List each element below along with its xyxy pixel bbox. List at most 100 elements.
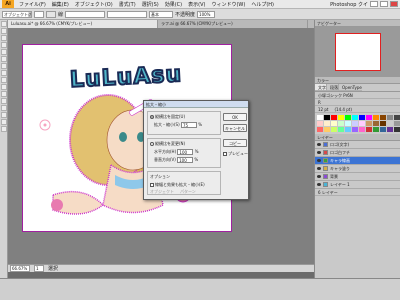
color-swatch[interactable] — [352, 121, 358, 126]
layer-row[interactable]: ロゴ(文字) — [315, 141, 400, 149]
eye-icon[interactable] — [317, 167, 321, 170]
color-swatch[interactable] — [338, 127, 344, 132]
brush-tool-icon[interactable] — [1, 70, 7, 76]
magic-wand-tool-icon[interactable] — [1, 35, 7, 41]
tab-opentype[interactable]: OpenType — [339, 84, 362, 91]
cancel-button[interactable]: キャンセル — [223, 124, 247, 132]
workspace-label[interactable]: Photoshop クイ — [330, 1, 368, 8]
scale-strokes-checkbox[interactable] — [150, 183, 154, 187]
tab-paragraph[interactable]: 段落 — [327, 84, 339, 91]
color-swatch[interactable] — [352, 127, 358, 132]
style-select[interactable]: 基本 — [149, 10, 174, 18]
color-swatch[interactable] — [387, 115, 393, 120]
color-swatch[interactable] — [359, 127, 365, 132]
preview-checkbox[interactable] — [223, 152, 227, 156]
opacity-field[interactable]: 100% — [197, 10, 216, 18]
color-swatch[interactable] — [394, 127, 400, 132]
navigator-preview[interactable] — [315, 27, 400, 77]
layer-row[interactable]: 背景 — [315, 173, 400, 181]
layer-row[interactable]: キャラ線画 — [315, 157, 400, 165]
type-tool-icon[interactable] — [1, 49, 7, 55]
eye-icon[interactable] — [317, 151, 321, 154]
menu-object[interactable]: オブジェクト(O) — [72, 1, 116, 8]
color-swatch[interactable] — [331, 115, 337, 120]
fill-swatch[interactable] — [34, 10, 44, 18]
menu-effect[interactable]: 効果(C) — [162, 1, 185, 8]
color-swatch[interactable] — [317, 121, 323, 126]
eye-icon[interactable] — [317, 143, 321, 146]
color-swatch[interactable] — [366, 115, 372, 120]
color-swatch[interactable] — [331, 121, 337, 126]
color-swatch[interactable] — [331, 127, 337, 132]
stroke-swatch[interactable] — [46, 10, 56, 18]
menu-edit[interactable]: 編集(E) — [49, 1, 72, 8]
stroke-weight-select[interactable] — [65, 10, 106, 18]
maximize-icon[interactable] — [380, 1, 388, 7]
minimize-icon[interactable] — [370, 1, 378, 7]
color-swatch[interactable] — [359, 121, 365, 126]
menu-help[interactable]: ヘルプ(H) — [248, 1, 277, 8]
color-swatch[interactable] — [387, 121, 393, 126]
navigator-title[interactable]: ナビゲーター — [315, 20, 400, 27]
tab-rough[interactable]: ラフ.ai @ 66.67% (CMYK/プレビュー) — [158, 20, 308, 28]
tab-character[interactable]: 文字 — [315, 84, 327, 91]
warp-tool-icon[interactable] — [1, 98, 7, 104]
uniform-radio[interactable] — [150, 115, 154, 119]
layers-panel-title[interactable]: レイヤー — [315, 134, 400, 141]
hand-tool-icon[interactable] — [1, 119, 7, 125]
color-swatch[interactable] — [345, 115, 351, 120]
horizontal-input[interactable]: 100 — [177, 149, 194, 155]
gradient-tool-icon[interactable] — [1, 105, 7, 111]
layer-row[interactable]: ロゴ白フチ — [315, 149, 400, 157]
color-swatch[interactable] — [394, 115, 400, 120]
color-swatch[interactable] — [394, 121, 400, 126]
uniform-input[interactable]: 75 — [180, 122, 197, 128]
eyedropper-tool-icon[interactable] — [1, 112, 7, 118]
tab-luluasu[interactable]: Luluasu.ai* @ 66.67% (CMYK/プレビュー) — [8, 20, 158, 28]
color-swatch[interactable] — [345, 127, 351, 132]
pencil-tool-icon[interactable] — [1, 77, 7, 83]
color-swatch[interactable] — [324, 121, 330, 126]
option-object[interactable]: オブジェクト — [150, 189, 174, 195]
color-swatch[interactable] — [352, 115, 358, 120]
color-swatch[interactable] — [387, 127, 393, 132]
eye-icon[interactable] — [317, 159, 321, 162]
color-swatch[interactable] — [380, 127, 386, 132]
zoom-tool-icon[interactable] — [1, 126, 7, 132]
rectangle-tool-icon[interactable] — [1, 63, 7, 69]
scale-tool-icon[interactable] — [1, 91, 7, 97]
ok-button[interactable]: OK — [223, 113, 247, 121]
color-swatch[interactable] — [324, 127, 330, 132]
menu-file[interactable]: ファイル(F) — [16, 1, 49, 8]
color-swatch[interactable] — [317, 127, 323, 132]
leading-field[interactable]: (14.4 pt) — [334, 106, 351, 112]
color-swatch[interactable] — [380, 121, 386, 126]
menu-window[interactable]: ウィンドウ(W) — [208, 1, 248, 8]
color-swatch[interactable] — [373, 115, 379, 120]
color-swatch[interactable] — [366, 127, 372, 132]
line-tool-icon[interactable] — [1, 56, 7, 62]
nonuniform-radio[interactable] — [150, 142, 154, 146]
font-size-field[interactable]: 12 pt — [318, 106, 328, 112]
close-icon[interactable] — [390, 1, 398, 7]
rotate-tool-icon[interactable] — [1, 84, 7, 90]
color-swatch[interactable] — [317, 115, 323, 120]
zoom-field[interactable]: 66.67% — [10, 265, 30, 272]
layer-row[interactable]: キャラ塗り — [315, 165, 400, 173]
color-swatch[interactable] — [373, 121, 379, 126]
color-panel-title[interactable]: カラー — [315, 77, 400, 84]
font-weight-select[interactable]: R — [315, 99, 400, 106]
menu-select[interactable]: 選択(S) — [139, 1, 162, 8]
eye-icon[interactable] — [317, 175, 321, 178]
menu-view[interactable]: 表示(V) — [185, 1, 208, 8]
color-swatch[interactable] — [338, 121, 344, 126]
copy-button[interactable]: コピー — [223, 139, 247, 147]
menu-type[interactable]: 書式(T) — [116, 1, 139, 8]
color-swatch[interactable] — [345, 121, 351, 126]
selection-tool-icon[interactable] — [1, 21, 7, 27]
color-swatch[interactable] — [373, 127, 379, 132]
color-swatch[interactable] — [338, 115, 344, 120]
layer-row[interactable]: レイヤー 1 — [315, 181, 400, 189]
color-swatch[interactable] — [359, 115, 365, 120]
font-family-select[interactable]: 小塚ゴシック Pr6N — [315, 92, 400, 99]
